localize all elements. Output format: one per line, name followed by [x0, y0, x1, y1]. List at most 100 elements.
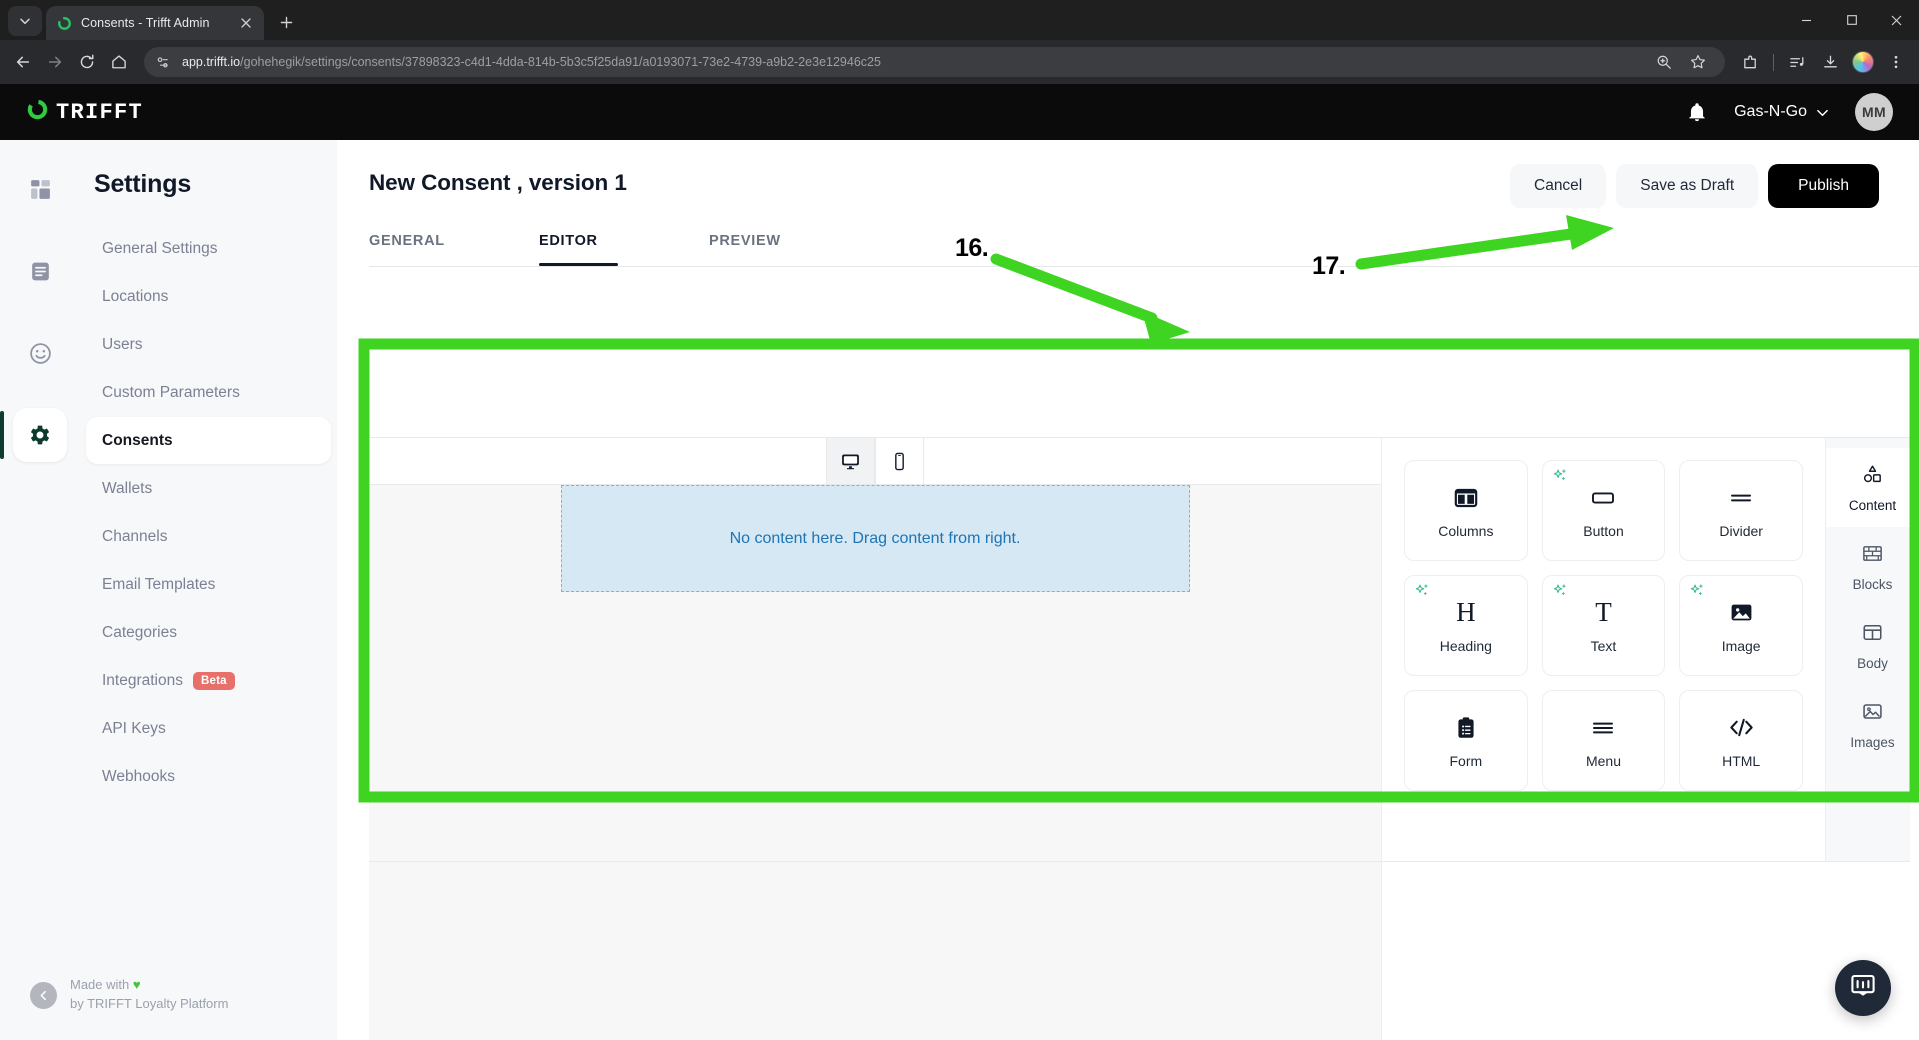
home-icon[interactable]	[104, 47, 134, 77]
block-image[interactable]: Image	[1679, 575, 1803, 676]
ai-sparkle-icon	[1552, 468, 1569, 490]
media-list-icon[interactable]	[1782, 47, 1812, 77]
site-settings-icon[interactable]	[152, 51, 174, 73]
extensions-icon[interactable]	[1735, 47, 1765, 77]
content-scrollbar[interactable]	[1910, 408, 1919, 1040]
block-text[interactable]: T Text	[1541, 575, 1666, 676]
block-divider[interactable]: Divider	[1679, 460, 1803, 561]
profile-avatar-icon[interactable]	[1848, 47, 1878, 77]
sidebar-item-channels[interactable]: Channels	[86, 513, 331, 560]
sidebar-item-label: Webhooks	[102, 767, 175, 785]
device-toggle-mobile[interactable]	[875, 438, 924, 484]
new-tab-button[interactable]	[271, 7, 301, 37]
app-header: TRIFFT Gas-N-Go MM	[0, 84, 1919, 140]
browser-tab[interactable]: Consents - Trifft Admin	[46, 6, 264, 40]
tab-preview[interactable]: PREVIEW	[709, 233, 879, 266]
sidebar-item-categories[interactable]: Categories	[86, 609, 331, 656]
ai-sparkle-icon	[1414, 583, 1431, 605]
block-label: Button	[1583, 522, 1624, 539]
block-form[interactable]: Form	[1404, 690, 1528, 791]
back-arrow-icon[interactable]	[8, 47, 38, 77]
editor-sidebar-tabs: Content Blocks Body Images	[1825, 438, 1919, 861]
maximize-icon[interactable]	[1829, 0, 1874, 40]
tab-general[interactable]: GENERAL	[369, 233, 539, 266]
sidebar-item-general-settings[interactable]: General Settings	[86, 225, 331, 272]
support-chat-button[interactable]	[1835, 960, 1891, 1016]
block-label: Divider	[1719, 522, 1763, 539]
browser-tab-strip: Consents - Trifft Admin	[0, 0, 1919, 40]
sidebar-item-consents[interactable]: Consents	[86, 417, 331, 464]
ai-sparkle-icon	[1552, 583, 1569, 605]
rail-item-settings[interactable]	[0, 408, 67, 462]
downloads-icon[interactable]	[1815, 47, 1845, 77]
editor-tab-images[interactable]: Images	[1826, 685, 1919, 764]
tab-editor[interactable]: EDITOR	[539, 233, 709, 266]
address-bar-url: app.trifft.io/gohehegik/settings/consent…	[182, 55, 1641, 69]
notification-bell-icon[interactable]	[1686, 101, 1708, 123]
block-label: Image	[1721, 637, 1761, 654]
footer-platform: by TRIFFT Loyalty Platform	[70, 996, 229, 1012]
save-as-draft-button[interactable]: Save as Draft	[1616, 164, 1759, 208]
sidebar-item-integrations[interactable]: Integrations Beta	[86, 657, 331, 704]
organization-selector[interactable]: Gas-N-Go	[1734, 103, 1829, 121]
sidebar-item-email-templates[interactable]: Email Templates	[86, 561, 331, 608]
sidebar-item-wallets[interactable]: Wallets	[86, 465, 331, 512]
sidebar-item-label: Categories	[102, 623, 177, 641]
sidebar-icon-rail	[0, 140, 80, 1040]
editor-canvas[interactable]: No content here. Drag content from right…	[369, 485, 1381, 861]
trifft-mark-icon	[26, 98, 49, 126]
block-html[interactable]: HTML	[1679, 690, 1803, 791]
device-toggle-desktop[interactable]	[826, 438, 875, 484]
button-icon	[1589, 483, 1617, 513]
cancel-button[interactable]: Cancel	[1510, 164, 1607, 208]
application-viewport: TRIFFT Gas-N-Go MM Settings General Sett…	[0, 84, 1919, 1040]
close-icon[interactable]	[237, 15, 254, 32]
block-button[interactable]: Button	[1541, 460, 1666, 561]
sidebar-item-users[interactable]: Users	[86, 321, 331, 368]
publish-button[interactable]: Publish	[1768, 164, 1879, 208]
tab-search-button[interactable]	[8, 6, 42, 36]
editor-tab-label: Content	[1848, 497, 1897, 513]
zoom-search-icon[interactable]	[1649, 47, 1679, 77]
minimize-icon[interactable]	[1784, 0, 1829, 40]
block-columns[interactable]: Columns	[1404, 460, 1528, 561]
tabs-divider	[369, 266, 1919, 267]
sidebar-item-label: Integrations	[102, 671, 183, 689]
forward-arrow-icon[interactable]	[40, 47, 70, 77]
block-menu[interactable]: Menu	[1541, 690, 1666, 791]
rail-item-dashboard[interactable]	[13, 162, 67, 216]
sidebar: Settings General Settings Locations User…	[0, 140, 337, 1040]
canvas-dropzone[interactable]: No content here. Drag content from right…	[560, 485, 1190, 592]
editor-below-area	[369, 862, 1919, 1040]
rail-item-content[interactable]	[13, 244, 67, 298]
editor-tab-label: Body	[1857, 655, 1888, 671]
sidebar-item-webhooks[interactable]: Webhooks	[86, 753, 331, 800]
avatar[interactable]: MM	[1855, 93, 1893, 131]
window-close-icon[interactable]	[1874, 0, 1919, 40]
sidebar-item-locations[interactable]: Locations	[86, 273, 331, 320]
sidebar-footer-text: Made with ♥ by TRIFFT Loyalty Platform	[70, 976, 228, 1014]
block-label: Form	[1449, 752, 1483, 769]
app-logo-text: TRIFFT	[56, 99, 144, 125]
sidebar-item-label: Channels	[102, 527, 168, 545]
sidebar-item-api-keys[interactable]: API Keys	[86, 705, 331, 752]
dashboard-grid-icon	[30, 179, 50, 199]
editor-tab-body[interactable]: Body	[1826, 606, 1919, 685]
more-menu-icon[interactable]	[1881, 47, 1911, 77]
brick-wall-icon	[1861, 542, 1884, 570]
rail-item-engagement[interactable]	[13, 326, 67, 380]
sidebar-item-custom-parameters[interactable]: Custom Parameters	[86, 369, 331, 416]
editor-tab-content[interactable]: Content	[1826, 448, 1919, 527]
block-heading[interactable]: H Heading	[1404, 575, 1528, 676]
scrollbar-thumb[interactable]	[1911, 408, 1918, 708]
trifft-logo[interactable]: TRIFFT	[26, 98, 143, 126]
address-bar[interactable]: app.trifft.io/gohehegik/settings/consent…	[144, 47, 1725, 77]
block-label: HTML	[1722, 752, 1761, 769]
sidebar-item-label: Users	[102, 335, 143, 353]
editor-tab-blocks[interactable]: Blocks	[1826, 527, 1919, 606]
reload-icon[interactable]	[72, 47, 102, 77]
dropzone-message: No content here. Drag content from right…	[729, 529, 1021, 547]
plus-icon	[280, 16, 292, 28]
star-icon[interactable]	[1683, 47, 1713, 77]
url-domain: app.trifft.io	[182, 55, 241, 69]
